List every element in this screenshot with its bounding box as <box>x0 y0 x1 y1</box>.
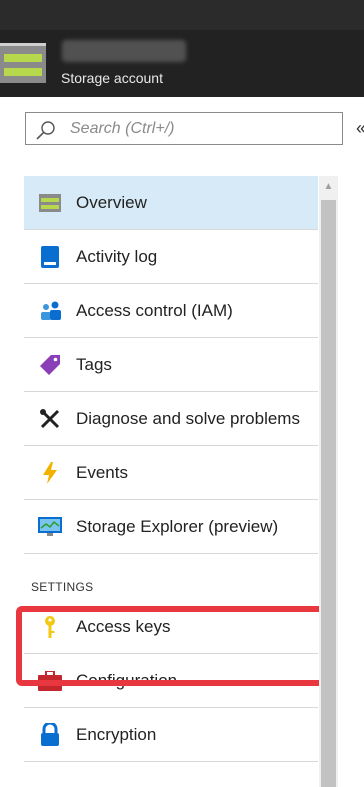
menu-item-tags[interactable]: Tags <box>24 338 318 392</box>
menu-item-encryption[interactable]: Encryption <box>24 708 318 762</box>
scrollbar-thumb[interactable] <box>321 200 336 787</box>
menu-item-label: Configuration <box>76 670 178 690</box>
menu-item-label: Diagnose and solve problems <box>76 408 300 428</box>
top-bar <box>0 0 364 30</box>
search-icon <box>36 121 55 140</box>
scroll-up-arrow-icon[interactable]: ▲ <box>319 176 338 196</box>
resource-name-blurred <box>62 40 186 62</box>
menu-item-label: Tags <box>76 354 112 374</box>
resource-type: Storage account <box>61 70 163 86</box>
settings-section-header: SETTINGS <box>24 554 318 600</box>
menu-item-label: Access keys <box>76 616 171 636</box>
menu-item-diagnose[interactable]: Diagnose and solve problems <box>24 392 318 446</box>
search-box[interactable] <box>25 112 343 145</box>
toolbox-icon <box>38 669 62 693</box>
menu-item-label: Encryption <box>76 724 157 744</box>
collapse-chevron-icon[interactable]: « <box>356 118 364 139</box>
menu-item-access-keys[interactable]: Access keys <box>24 600 318 654</box>
menu-item-label: Events <box>76 462 128 482</box>
tag-icon <box>38 353 62 377</box>
menu-item-overview[interactable]: Overview <box>24 176 318 230</box>
menu-item-label: Access control (IAM) <box>76 300 233 320</box>
key-icon <box>38 615 62 639</box>
menu-item-label: Storage Explorer (preview) <box>76 516 279 536</box>
lock-icon <box>38 722 62 747</box>
menu-item-label: Overview <box>76 192 147 212</box>
menu-item-events[interactable]: Events <box>24 446 318 500</box>
people-icon <box>38 299 62 323</box>
resource-menu: Overview Activity log Access control (IA… <box>24 176 318 762</box>
menu-item-configuration[interactable]: Configuration <box>24 654 318 708</box>
lightning-icon <box>38 461 62 485</box>
activity-log-icon <box>38 245 62 269</box>
menu-item-access-control[interactable]: Access control (IAM) <box>24 284 318 338</box>
menu-item-storage-explorer[interactable]: Storage Explorer (preview) <box>24 500 318 554</box>
menu-item-activity-log[interactable]: Activity log <box>24 230 318 284</box>
menu-scrollbar[interactable]: ▲ <box>319 176 338 787</box>
storage-icon <box>38 191 62 215</box>
storage-account-icon <box>0 43 46 83</box>
search-input[interactable] <box>70 117 335 141</box>
resource-header: Storage account <box>0 30 364 97</box>
tools-icon <box>38 407 62 431</box>
menu-item-label: Activity log <box>76 246 158 266</box>
settings-header-label: SETTINGS <box>31 580 94 594</box>
monitor-icon <box>38 515 62 539</box>
